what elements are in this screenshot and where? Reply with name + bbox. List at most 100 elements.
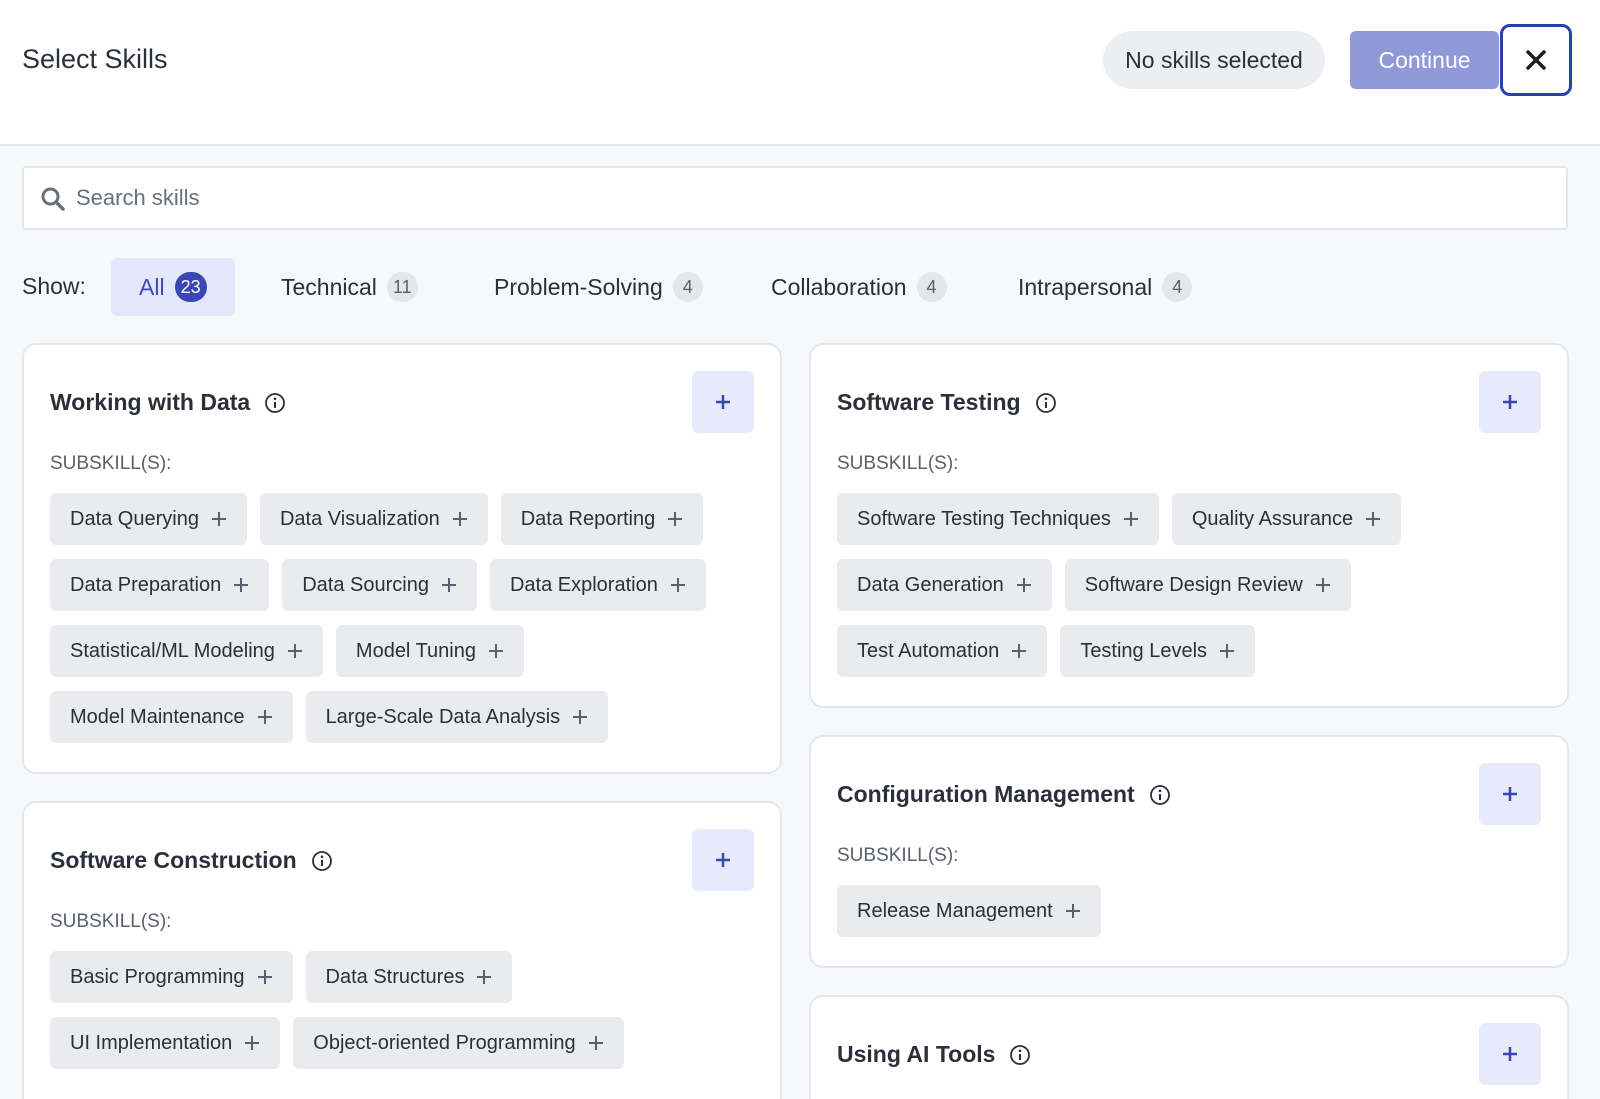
skill-name: Software Construction [50,847,297,873]
subskill-chip[interactable]: Quality Assurance [1171,493,1402,545]
subskill-label: Test Automation [857,639,1000,662]
filter-collaboration[interactable]: Collaboration 4 [771,258,947,316]
plus-icon [287,644,302,658]
plus-icon [488,644,503,658]
close-icon [1526,50,1546,70]
subskill-label: Data Sourcing [302,573,429,596]
subskill-label: Data Preparation [70,573,222,596]
subskill-chip[interactable]: Testing Levels [1060,625,1256,677]
filter-all[interactable]: All 23 [111,258,235,316]
subskill-label: Object-oriented Programming [313,1031,576,1054]
subskill-label: Data Visualization [279,507,440,530]
plus-icon [452,512,467,526]
skill-card-title: Using AI Tools [837,1041,1031,1068]
filter-count: 4 [672,272,703,302]
search-input[interactable] [76,176,1536,220]
subskill-chip[interactable]: Data Preparation [50,559,270,611]
plus-icon [573,710,588,724]
subskill-chip[interactable]: UI Implementation [50,1017,281,1069]
subskill-chip[interactable]: Software Testing Techniques [837,493,1159,545]
subskills-label: SUBSKILL(S): [50,453,172,474]
filter-label: Problem-Solving [494,273,663,300]
subskill-label: Statistical/ML Modeling [70,639,275,662]
skill-card-working-with-data: Working with Data SUBSKILL(S): Data Quer… [22,343,782,774]
subskill-chip[interactable]: Release Management [837,885,1101,937]
close-button[interactable] [1500,24,1572,96]
subskill-label: Data Querying [70,507,199,530]
plus-icon [211,512,226,526]
plus-icon [716,853,730,867]
plus-icon [1123,512,1138,526]
skill-card-software-construction: Software Construction SUBSKILL(S): Basic… [22,801,782,1099]
skill-name: Software Testing [837,389,1021,415]
subskill-chip[interactable]: Data Visualization [259,493,488,545]
filter-count: 4 [1162,272,1193,302]
plus-icon [1366,512,1381,526]
add-skill-button[interactable] [692,371,754,433]
subskill-chip[interactable]: Data Generation [837,559,1052,611]
search-icon [41,187,65,211]
subskill-label: Data Generation [857,573,1004,596]
subskill-chip[interactable]: Large-Scale Data Analysis [305,691,609,743]
subskill-chips: Basic Programming Data Structures UI Imple… [50,951,750,1069]
selection-status-badge: No skills selected [1103,31,1325,89]
plus-icon [1012,644,1027,658]
subskills-label: SUBSKILL(S): [837,845,959,866]
subskill-chip[interactable]: Data Reporting [500,493,704,545]
subskill-chip[interactable]: Software Design Review [1064,559,1351,611]
filter-label: Intrapersonal [1018,273,1153,300]
add-skill-button[interactable] [1479,371,1541,433]
subskill-chip[interactable]: Model Maintenance [50,691,293,743]
plus-icon [716,395,730,409]
plus-icon [1016,578,1031,592]
continue-button[interactable]: Continue [1350,31,1499,89]
plus-icon [245,1036,260,1050]
plus-icon [1220,644,1235,658]
subskills-label: SUBSKILL(S): [837,453,959,474]
skill-card-configuration-management: Configuration Management SUBSKILL(S): Re… [809,735,1569,968]
page-title: Select Skills [22,44,168,74]
skill-name: Using AI Tools [837,1041,996,1067]
skill-card-title: Software Construction [50,847,333,874]
plus-icon [441,578,456,592]
filter-label: Technical [281,273,377,300]
info-icon[interactable] [1149,784,1171,806]
filter-label: Collaboration [771,273,907,300]
filter-technical[interactable]: Technical 11 [281,258,418,316]
subskill-label: Release Management [857,899,1053,922]
subskill-chip[interactable]: Data Exploration [489,559,706,611]
subskill-chip[interactable]: Data Sourcing [282,559,477,611]
subskill-chips: Data Querying Data Visualization Data Repo… [50,493,750,743]
info-icon[interactable] [1035,392,1057,414]
subskill-chip[interactable]: Object-oriented Programming [293,1017,624,1069]
subskill-label: Data Structures [325,965,465,988]
plus-icon [477,970,492,984]
add-skill-button[interactable] [692,829,754,891]
subskill-chip[interactable]: Test Automation [837,625,1048,677]
info-icon[interactable] [264,392,286,414]
subskill-label: Data Reporting [520,507,656,530]
subskill-chip[interactable]: Data Structures [305,951,513,1003]
info-icon[interactable] [1009,1044,1031,1066]
skill-card-software-testing: Software Testing SUBSKILL(S): Software T… [809,343,1569,708]
filter-label: All [139,273,165,300]
subskill-label: Testing Levels [1080,639,1208,662]
add-skill-button[interactable] [1479,1023,1541,1085]
add-skill-button[interactable] [1479,763,1541,825]
header: Select Skills No skills selected Continu… [0,0,1600,146]
subskill-chip[interactable]: Statistical/ML Modeling [50,625,323,677]
subskill-chips: Release Management [837,885,1537,937]
subskill-label: Model Maintenance [70,705,245,728]
plus-icon [257,970,272,984]
filter-count: 11 [386,272,418,302]
subskill-label: UI Implementation [70,1031,233,1054]
skill-card-title: Software Testing [837,389,1057,416]
info-icon[interactable] [311,850,333,872]
subskill-chip[interactable]: Model Tuning [335,625,524,677]
plus-icon [668,512,683,526]
subskill-chip[interactable]: Data Querying [50,493,247,545]
filter-problem-solving[interactable]: Problem-Solving 4 [494,258,703,316]
filter-intrapersonal[interactable]: Intrapersonal 4 [1018,258,1193,316]
subskill-chip[interactable]: Basic Programming [50,951,293,1003]
skill-card-title: Configuration Management [837,781,1171,808]
